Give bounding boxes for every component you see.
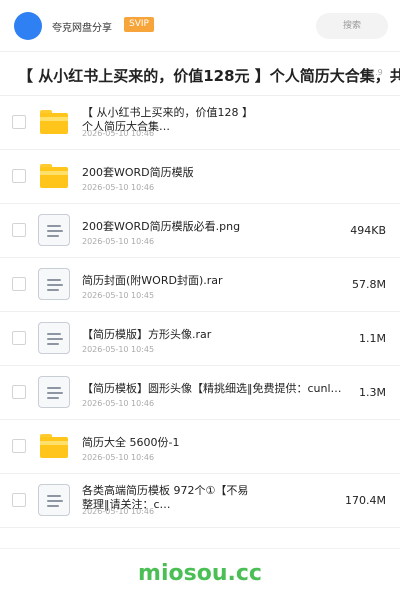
footer: miosou.cc bbox=[0, 548, 400, 600]
file-size: 1.1M bbox=[359, 332, 386, 345]
folder-icon bbox=[38, 106, 70, 138]
file-name[interactable]: 简历封面(附WORD封面).rar bbox=[82, 272, 352, 288]
row-checkbox[interactable] bbox=[12, 115, 26, 129]
file-row[interactable]: 【 从小红书上买来的，价值128 】个人简历大合集… 2026-05-10 10:… bbox=[0, 96, 400, 150]
file-size: 1.3M bbox=[359, 386, 386, 399]
share-title-bar: 【 从小红书上买来的，价值128元 】个人简历大合集，共 6 2.9 bbox=[0, 52, 400, 96]
row-checkbox[interactable] bbox=[12, 331, 26, 345]
file-size: 170.4M bbox=[345, 494, 386, 507]
document-icon bbox=[38, 268, 70, 300]
row-checkbox[interactable] bbox=[12, 223, 26, 237]
brand-logo-text: miosou.cc bbox=[138, 561, 262, 586]
file-name[interactable]: 简历大全 5600份-1 bbox=[82, 434, 352, 450]
file-date: 2026-05-10 10:46 bbox=[82, 129, 155, 138]
file-row[interactable]: 各类高端简历模板 972个①【不易整理‖请关注：c… 2026-05-10 10:… bbox=[0, 474, 400, 528]
share-count: 2.9 bbox=[370, 68, 383, 77]
file-name[interactable]: 200套WORD简历模版必看.png bbox=[82, 218, 352, 234]
app-header: 夸克网盘分享 SVIP 搜索 bbox=[0, 0, 400, 52]
file-date: 2026-05-10 10:46 bbox=[82, 399, 155, 408]
file-row[interactable]: 【简历模版】方形头像.rar 2026-05-10 10:45 1.1M bbox=[0, 312, 400, 366]
avatar[interactable] bbox=[14, 12, 42, 40]
folder-icon bbox=[38, 430, 70, 462]
document-icon bbox=[38, 484, 70, 516]
svip-badge: SVIP bbox=[124, 17, 154, 32]
file-row[interactable]: 简历封面(附WORD封面).rar 2026-05-10 10:45 57.8M bbox=[0, 258, 400, 312]
row-checkbox[interactable] bbox=[12, 169, 26, 183]
file-date: 2026-05-10 10:45 bbox=[82, 291, 155, 300]
row-checkbox[interactable] bbox=[12, 277, 26, 291]
document-icon bbox=[38, 376, 70, 408]
row-checkbox[interactable] bbox=[12, 439, 26, 453]
folder-icon bbox=[38, 160, 70, 192]
file-name[interactable]: 【简历模板】圆形头像【精挑细选‖免费提供：cunl… bbox=[82, 380, 352, 396]
file-date: 2026-05-10 10:46 bbox=[82, 453, 155, 462]
row-checkbox[interactable] bbox=[12, 493, 26, 507]
document-icon bbox=[38, 214, 70, 246]
file-date: 2026-05-10 10:46 bbox=[82, 183, 155, 192]
file-name[interactable]: 200套WORD简历模版 bbox=[82, 164, 352, 180]
file-date: 2026-05-10 10:45 bbox=[82, 345, 155, 354]
file-row[interactable]: 200套WORD简历模版 2026-05-10 10:46 bbox=[0, 150, 400, 204]
file-date: 2026-05-10 10:46 bbox=[82, 507, 155, 516]
file-row[interactable]: 【简历模板】圆形头像【精挑细选‖免费提供：cunl… 2026-05-10 10:… bbox=[0, 366, 400, 420]
file-row[interactable]: 简历大全 5600份-1 2026-05-10 10:46 bbox=[0, 420, 400, 474]
search-button[interactable]: 搜索 bbox=[316, 13, 388, 39]
row-checkbox[interactable] bbox=[12, 385, 26, 399]
file-size: 57.8M bbox=[352, 278, 386, 291]
file-name[interactable]: 【简历模版】方形头像.rar bbox=[82, 326, 352, 342]
username: 夸克网盘分享 bbox=[52, 23, 112, 34]
share-title: 【 从小红书上买来的，价值128元 】个人简历大合集，共 6 bbox=[18, 67, 400, 85]
file-row[interactable]: 200套WORD简历模版必看.png 2026-05-10 10:46 494KB bbox=[0, 204, 400, 258]
file-date: 2026-05-10 10:46 bbox=[82, 237, 155, 246]
file-size: 494KB bbox=[350, 224, 386, 237]
document-icon bbox=[38, 322, 70, 354]
